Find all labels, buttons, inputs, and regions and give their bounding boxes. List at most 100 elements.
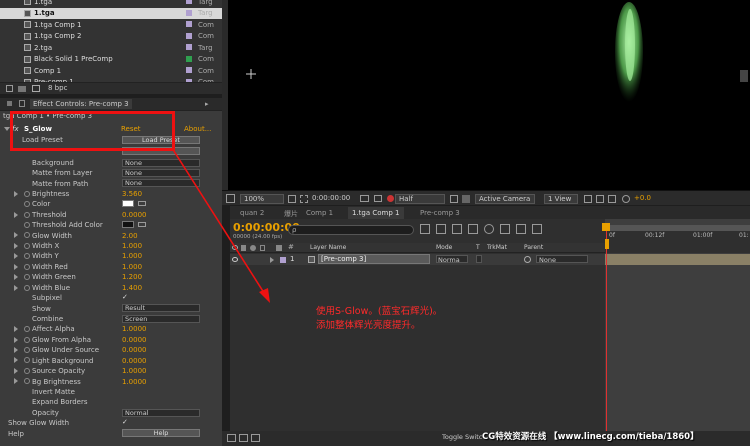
layer-duration-bar[interactable] — [605, 254, 750, 265]
effect-param-value[interactable]: 1.0000 — [122, 378, 147, 386]
show-snapshot-icon[interactable] — [374, 195, 382, 202]
region-icon[interactable] — [450, 195, 458, 203]
effect-param-value[interactable]: 3.560 — [122, 190, 142, 198]
effect-param-value[interactable]: 1.0000 — [122, 325, 147, 333]
magnifier-icon[interactable] — [226, 194, 235, 203]
timeline-zoom-start[interactable] — [605, 239, 609, 249]
timeline-tab[interactable]: 1.tga Comp 1 — [348, 207, 404, 219]
column-trkmat[interactable]: TrkMat — [487, 244, 507, 251]
effect-param-checkbox[interactable]: ✓ — [122, 293, 129, 301]
brainstorm-icon[interactable] — [516, 224, 526, 234]
stopwatch-icon[interactable] — [24, 274, 30, 281]
label-color-swatch[interactable] — [186, 0, 192, 4]
transparency-icon[interactable] — [462, 195, 470, 203]
timeline-tab[interactable]: Pre-comp 3 — [416, 207, 464, 219]
effect-param-value[interactable]: 1.000 — [122, 252, 142, 260]
label-color-swatch[interactable] — [186, 44, 192, 50]
project-item[interactable]: 1.tga Targ — [0, 0, 222, 7]
zoom-dropdown[interactable]: 100% — [240, 194, 284, 204]
layer-parent-dropdown[interactable]: None — [536, 255, 588, 264]
layer-label-color[interactable] — [280, 257, 286, 263]
effect-param-value[interactable]: 0.0000 — [122, 336, 147, 344]
stopwatch-icon[interactable] — [24, 357, 30, 364]
help-button[interactable]: Help — [122, 429, 200, 438]
stopwatch-icon[interactable] — [24, 263, 30, 270]
timeline-tab[interactable]: quan 2 — [236, 207, 268, 219]
label-color-swatch[interactable] — [186, 55, 192, 62]
column-t[interactable]: T — [476, 244, 480, 251]
layer-switches-icon[interactable] — [227, 434, 236, 442]
channel-icon[interactable] — [387, 195, 394, 202]
exposure-value[interactable]: +0.0 — [634, 194, 651, 202]
layer-pickwhip-icon[interactable] — [524, 256, 531, 263]
stopwatch-icon[interactable] — [24, 378, 30, 385]
toggle-switches-button[interactable]: Toggle Switc — [442, 433, 482, 441]
effect-param-checkbox[interactable]: ✓ — [122, 419, 129, 426]
label-column-icon[interactable] — [276, 245, 282, 251]
effect-param-value[interactable]: 0.0000 — [122, 211, 147, 219]
graph-editor-icon[interactable] — [500, 224, 510, 234]
render-icon[interactable] — [584, 195, 592, 203]
project-item[interactable]: 1.tga Comp 2 Com — [0, 31, 222, 42]
effect-param-value[interactable]: 0.0000 — [122, 346, 147, 354]
solo-icon[interactable] — [250, 245, 256, 251]
label-color-swatch[interactable] — [186, 9, 192, 16]
lock-icon[interactable] — [19, 100, 25, 107]
column-mode[interactable]: Mode — [436, 244, 452, 251]
stopwatch-icon[interactable] — [24, 242, 30, 249]
stopwatch-icon[interactable] — [24, 336, 30, 343]
layer-mode-dropdown[interactable]: Norma — [436, 255, 468, 264]
viewer-scrollbar[interactable] — [740, 70, 748, 82]
lock-column-icon[interactable] — [260, 245, 265, 251]
effect-param-dropdown[interactable]: None — [122, 168, 200, 177]
twirl-icon[interactable] — [14, 263, 18, 270]
close-icon[interactable] — [7, 101, 12, 106]
twirl-icon[interactable] — [14, 378, 18, 385]
twirl-icon[interactable] — [14, 347, 18, 354]
camera-dropdown[interactable]: Active Camera — [475, 194, 535, 204]
twirl-icon[interactable] — [14, 336, 18, 343]
twirl-icon[interactable] — [14, 326, 18, 333]
stopwatch-icon[interactable] — [24, 190, 30, 197]
project-item[interactable]: 2.tga Targ — [0, 42, 222, 53]
tab-effect-controls[interactable]: Effect Controls: Pre-comp 3 — [30, 99, 132, 109]
stretch-icon[interactable] — [251, 434, 260, 442]
eyedropper-icon[interactable] — [138, 222, 146, 228]
current-time-indicator[interactable] — [606, 223, 607, 446]
twirl-icon[interactable] — [14, 190, 18, 197]
bpc-label[interactable]: 8 bpc — [48, 84, 67, 92]
draft-3d-icon[interactable] — [436, 224, 446, 234]
effect-param-dropdown[interactable]: Result — [122, 304, 200, 313]
stopwatch-icon[interactable] — [24, 211, 30, 218]
effect-param-value[interactable]: 0.0000 — [122, 357, 147, 365]
twirl-icon[interactable] — [14, 367, 18, 374]
stopwatch-icon[interactable] — [24, 232, 30, 239]
layer-trkmat-field[interactable] — [476, 255, 482, 263]
shy-icon[interactable] — [452, 224, 462, 234]
project-item[interactable]: 1.tga Targ — [0, 7, 222, 19]
effect-param-value[interactable]: 1.400 — [122, 284, 142, 292]
effect-param-value[interactable]: 1.000 — [122, 242, 142, 250]
stopwatch-icon[interactable] — [24, 201, 30, 208]
live-update-icon[interactable] — [532, 224, 542, 234]
twirl-icon[interactable] — [14, 253, 18, 260]
column-layer-name[interactable]: Layer Name — [310, 244, 346, 251]
label-color-swatch[interactable] — [186, 21, 192, 27]
frame-blend-icon[interactable] — [468, 224, 478, 234]
stopwatch-icon[interactable] — [24, 347, 30, 354]
column-parent[interactable]: Parent — [524, 244, 543, 251]
grid-icon[interactable] — [288, 195, 296, 203]
eyedropper-icon[interactable] — [138, 201, 146, 207]
reset-exposure-icon[interactable] — [622, 195, 630, 203]
twirl-icon[interactable] — [14, 284, 18, 291]
snapshot-icon[interactable] — [360, 195, 369, 202]
composition-icon[interactable] — [32, 85, 40, 92]
timeline-tab[interactable]: 爆片 — [280, 207, 302, 219]
viewer-timecode[interactable]: 0:00:00:00 — [312, 194, 350, 202]
about-link[interactable]: About... — [184, 125, 211, 133]
layer-visibility-icon[interactable] — [232, 257, 238, 262]
timeline-tab[interactable]: Comp 1 — [302, 207, 337, 219]
audio-icon[interactable] — [241, 245, 246, 251]
mask-icon[interactable] — [300, 195, 308, 203]
delete-icon[interactable] — [6, 85, 13, 92]
